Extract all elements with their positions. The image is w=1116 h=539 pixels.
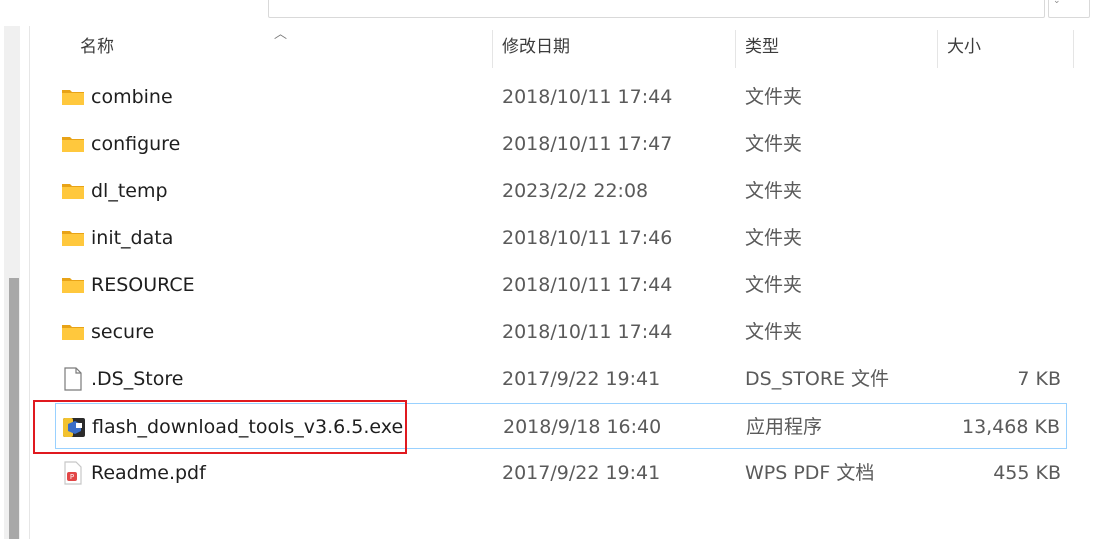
pdf-icon: P (61, 461, 85, 485)
file-type: 文件夹 (745, 133, 803, 155)
scrollbar-thumb[interactable] (9, 278, 19, 539)
file-type: 文件夹 (745, 86, 803, 108)
file-type: WPS PDF 文档 (745, 462, 875, 484)
address-bar-area: ⌄ (0, 0, 1116, 18)
file-name: combine (91, 86, 173, 108)
file-date: 2018/9/18 16:40 (503, 416, 662, 438)
file-explorer-window: ⌄ ︿ 名称 修改日期 类型 大小 combine 2018/10/11 17:… (0, 0, 1116, 539)
column-header-name[interactable]: 名称 (74, 26, 524, 68)
column-header-type[interactable]: 类型 (739, 26, 939, 68)
folder-icon (61, 273, 85, 297)
file-date: 2017/9/22 19:41 (502, 368, 661, 390)
table-row[interactable]: P Readme.pdf 2017/9/22 19:41 WPS PDF 文档 … (55, 450, 1067, 496)
file-size: 13,468 KB (961, 416, 1060, 438)
column-divider[interactable] (937, 30, 938, 68)
file-size: 455 KB (993, 462, 1061, 484)
pane-divider (29, 26, 30, 539)
file-date: 2017/9/22 19:41 (502, 462, 661, 484)
file-type: DS_STORE 文件 (745, 368, 890, 390)
file-type: 文件夹 (745, 180, 803, 202)
file-date: 2018/10/11 17:44 (502, 86, 673, 108)
document-icon (61, 367, 85, 391)
file-name: init_data (91, 227, 174, 249)
file-date: 2018/10/11 17:47 (502, 133, 673, 155)
column-header-date[interactable]: 修改日期 (496, 26, 736, 68)
table-row[interactable]: dl_temp 2023/2/2 22:08 文件夹 (55, 168, 1067, 214)
folder-icon (61, 320, 85, 344)
table-row[interactable]: secure 2018/10/11 17:44 文件夹 (55, 309, 1067, 355)
highlight-annotation (33, 400, 407, 454)
file-name: .DS_Store (91, 368, 184, 390)
chevron-down-icon[interactable]: ⌄ (1053, 0, 1061, 6)
table-row[interactable]: combine 2018/10/11 17:44 文件夹 (55, 74, 1067, 120)
column-divider[interactable] (1073, 30, 1074, 68)
file-name: secure (91, 321, 155, 343)
column-header-size[interactable]: 大小 (941, 26, 1073, 68)
folder-icon (61, 226, 85, 250)
folder-icon (61, 85, 85, 109)
file-date: 2018/10/11 17:44 (502, 321, 673, 343)
folder-icon (61, 179, 85, 203)
column-header-row: ︿ 名称 修改日期 类型 大小 (30, 26, 1080, 68)
file-name: dl_temp (91, 180, 168, 202)
file-name: configure (91, 133, 181, 155)
table-row[interactable]: .DS_Store 2017/9/22 19:41 DS_STORE 文件 7 … (55, 356, 1067, 402)
file-name: RESOURCE (91, 274, 195, 296)
file-date: 2018/10/11 17:44 (502, 274, 673, 296)
address-bar[interactable] (268, 0, 1045, 18)
folder-icon (61, 132, 85, 156)
column-divider[interactable] (735, 30, 736, 68)
svg-text:P: P (70, 473, 74, 481)
file-type: 应用程序 (746, 416, 823, 438)
file-size: 7 KB (1017, 368, 1061, 390)
file-date: 2018/10/11 17:46 (502, 227, 673, 249)
file-date: 2023/2/2 22:08 (502, 180, 649, 202)
column-divider[interactable] (492, 30, 493, 68)
file-type: 文件夹 (745, 321, 803, 343)
file-type: 文件夹 (745, 227, 803, 249)
file-type: 文件夹 (745, 274, 803, 296)
file-name: Readme.pdf (91, 462, 206, 484)
table-row[interactable]: init_data 2018/10/11 17:46 文件夹 (55, 215, 1067, 261)
table-row[interactable]: RESOURCE 2018/10/11 17:44 文件夹 (55, 262, 1067, 308)
table-row[interactable]: configure 2018/10/11 17:47 文件夹 (55, 121, 1067, 167)
